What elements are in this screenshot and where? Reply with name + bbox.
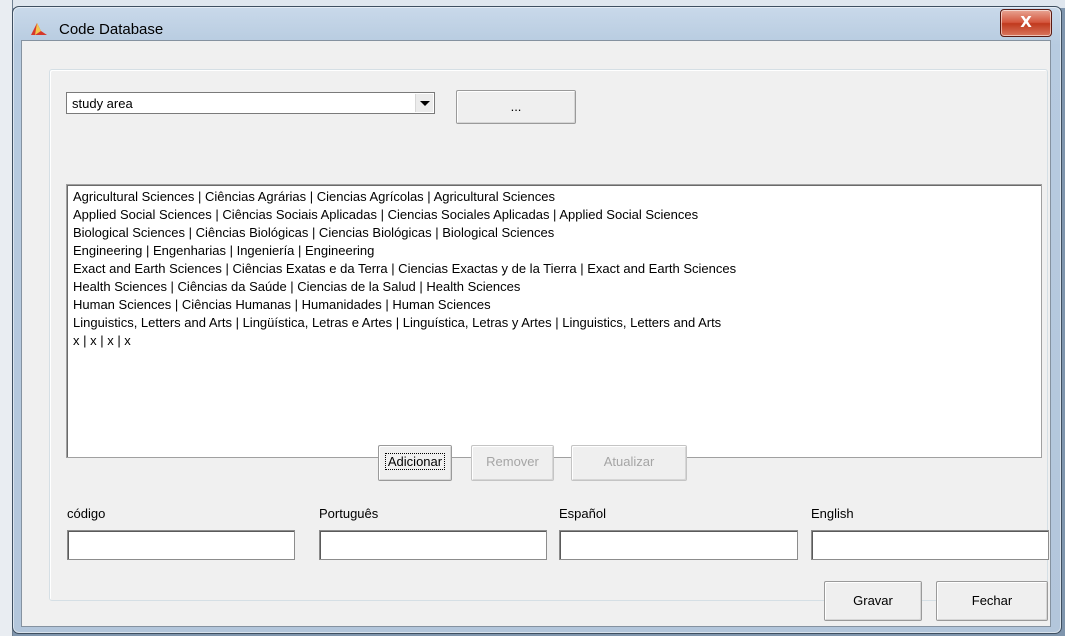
close-window-button[interactable]: X <box>1000 9 1052 37</box>
list-item[interactable]: Linguistics, Letters and Arts | Lingüíst… <box>67 314 736 332</box>
list-item[interactable]: x | x | x | x <box>67 332 736 350</box>
remove-button[interactable]: Remover <box>471 445 554 481</box>
combo-selected-value: study area <box>72 96 133 111</box>
close-button[interactable]: Fechar <box>936 581 1048 621</box>
close-icon: X <box>1020 13 1032 31</box>
study-area-combo[interactable]: study area <box>66 92 435 114</box>
save-button[interactable]: Gravar <box>824 581 922 621</box>
add-button[interactable]: Adicionar <box>378 445 452 481</box>
app-icon <box>31 23 47 35</box>
portuguese-field[interactable] <box>319 530 547 560</box>
list-item[interactable]: Health Sciences | Ciências da Saúde | Ci… <box>67 278 736 296</box>
english-label: English <box>811 506 854 521</box>
code-field[interactable] <box>67 530 295 560</box>
list-item[interactable]: Exact and Earth Sciences | Ciências Exat… <box>67 260 736 278</box>
spanish-field[interactable] <box>559 530 798 560</box>
portuguese-label: Português <box>319 506 379 521</box>
chevron-down-icon[interactable] <box>415 94 433 112</box>
spanish-label: Español <box>559 506 606 521</box>
list-item[interactable]: Human Sciences | Ciências Humanas | Huma… <box>67 296 736 314</box>
more-options-button[interactable]: ... <box>456 90 576 124</box>
english-field[interactable] <box>811 530 1049 560</box>
code-label: código <box>67 506 106 521</box>
list-item[interactable]: Biological Sciences | Ciências Biológica… <box>67 224 736 242</box>
window-title: Code Database <box>59 21 164 38</box>
codes-listbox[interactable]: Agricultural Sciences | Ciências Agrária… <box>66 184 1042 458</box>
update-button[interactable]: Atualizar <box>571 445 687 481</box>
dialog-client-area: study area ... Agricultural Sciences | C… <box>21 40 1051 627</box>
list-item[interactable]: Applied Social Sciences | Ciências Socia… <box>67 206 736 224</box>
code-database-dialog: Code Database X study area ... Agricultu… <box>12 6 1062 634</box>
add-button-label: Adicionar <box>384 453 446 470</box>
list-item[interactable]: Agricultural Sciences | Ciências Agrária… <box>67 188 736 206</box>
list-item[interactable]: Engineering | Engenharias | Ingeniería |… <box>67 242 736 260</box>
